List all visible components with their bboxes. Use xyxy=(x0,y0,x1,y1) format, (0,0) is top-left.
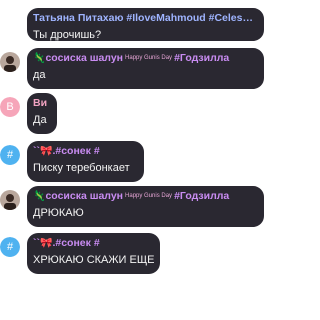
sender-name[interactable]: Ви xyxy=(33,97,49,110)
sender-name[interactable]: Татьяна Питахаю #IloveMahmoud #Celes… xyxy=(33,12,256,25)
message-text: Писку теребонкает xyxy=(33,162,130,174)
sender-name[interactable]: 🦎сосиска шалун Happy Gunis Day #Годзилла xyxy=(33,190,256,203)
avatar-photo-icon xyxy=(0,190,20,210)
lizard-icon: 🦎 xyxy=(33,191,46,202)
message-bubble[interactable]: 🦎сосиска шалун Happy Gunis Day #Годзилла д… xyxy=(27,48,264,89)
lizard-icon: 🦎 xyxy=(33,53,46,64)
sender-name-text: сосиска шалун xyxy=(45,190,124,202)
sender-name-text: .#сонек # xyxy=(52,237,100,249)
message-bubble[interactable]: Ви Да xyxy=(27,93,57,134)
message-bubble[interactable]: 🦎сосиска шалун Happy Gunis Day #Годзилла Д… xyxy=(27,186,264,227)
name-tag: Happy Gunis Day xyxy=(125,55,173,61)
message-text: ДРЮКАЮ xyxy=(33,207,84,219)
message-bubble[interactable]: Татьяна Питахаю #IloveMahmoud #Celes… Ты… xyxy=(27,8,264,41)
message-bubble[interactable]: ``🎀.#сонек # ХРЮКАЮ СКАЖИ ЕЩЕ xyxy=(27,233,160,274)
message-text: да xyxy=(33,69,46,81)
message-bubble[interactable]: ``🎀.#сонек # Писку теребонкает xyxy=(27,141,144,182)
message-text: Ты дрочишь? xyxy=(33,29,102,41)
avatar-letter: # xyxy=(0,145,20,165)
sender-name[interactable]: ``🎀.#сонек # xyxy=(33,145,136,158)
avatar[interactable]: # xyxy=(0,237,20,257)
avatar-letter: В xyxy=(0,97,20,117)
message-text: ХРЮКАЮ СКАЖИ ЕЩЕ xyxy=(33,254,155,266)
sender-name-text: сосиска шалун xyxy=(45,52,124,64)
avatar-photo-icon xyxy=(0,52,20,72)
avatar[interactable] xyxy=(0,52,20,72)
avatar-letter: # xyxy=(0,237,20,257)
name-tag: Happy Gunis Day xyxy=(125,193,173,199)
avatar[interactable] xyxy=(0,190,20,210)
bow-icon: 🎀 xyxy=(40,238,53,249)
name-suffix: #Годзилла xyxy=(174,52,230,64)
avatar[interactable]: # xyxy=(0,145,20,165)
message-text: Да xyxy=(33,114,47,126)
name-suffix: #Годзилла xyxy=(174,190,230,202)
sender-name-text: .#сонек # xyxy=(52,145,100,157)
name-prefix: `` xyxy=(33,237,40,249)
sender-name[interactable]: ``🎀.#сонек # xyxy=(33,237,152,250)
bow-icon: 🎀 xyxy=(40,146,53,157)
name-prefix: `` xyxy=(33,145,40,157)
avatar[interactable]: В xyxy=(0,97,20,117)
sender-name[interactable]: 🦎сосиска шалун Happy Gunis Day #Годзилла xyxy=(33,52,256,65)
